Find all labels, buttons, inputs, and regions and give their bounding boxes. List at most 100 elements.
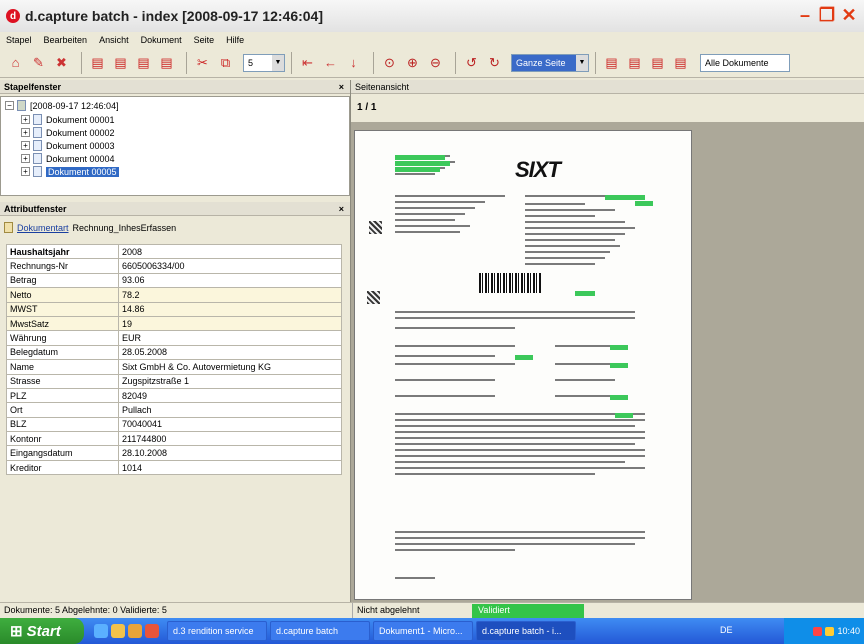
document-type-link[interactable]: Dokumentart <box>17 223 69 233</box>
scanned-text-line <box>525 251 610 253</box>
expand-icon[interactable]: + <box>21 154 30 163</box>
zoom-in-icon[interactable]: ⊕ <box>403 53 422 72</box>
scanned-text-line <box>395 437 645 439</box>
page-next-icon[interactable]: ↓ <box>344 53 363 72</box>
highlight-mark <box>395 161 450 166</box>
batch-open-icon[interactable]: ⌂ <box>6 53 25 72</box>
task-dcapture-batch[interactable]: d.capture batch <box>270 621 370 641</box>
start-button[interactable]: ⊞ Start <box>0 618 84 644</box>
view-next-icon[interactable]: ▤ <box>648 53 667 72</box>
attribute-value-field[interactable]: 14.86 <box>118 301 342 317</box>
document-filter-select[interactable]: Alle Dokumente <box>700 53 790 72</box>
stapel-pane-title: Stapelfenster <box>4 82 62 92</box>
language-indicator[interactable]: DE <box>720 625 733 635</box>
attribute-value-field[interactable]: 19 <box>118 315 342 332</box>
quicklaunch-app-icon[interactable] <box>145 624 159 638</box>
attribute-value-field[interactable]: Pullach <box>118 402 342 418</box>
doc-merge-icon[interactable]: ⧉ <box>216 53 235 72</box>
attribute-value-field[interactable]: 211744800 <box>118 431 342 447</box>
scanned-text-line <box>525 233 625 235</box>
attribute-value-field[interactable]: 78.2 <box>118 287 342 303</box>
menu-stapel[interactable]: Stapel <box>6 32 32 48</box>
attribute-value-field[interactable]: Sixt GmbH & Co. Autovermietung KG <box>118 359 342 375</box>
status-bar: Dokumente: 5 Abgelehnte: 0 Validierte: 5… <box>0 602 864 619</box>
attribute-value-field[interactable]: 28.05.2008 <box>118 344 342 361</box>
chevron-down-icon[interactable]: ▼ <box>576 54 588 71</box>
tray-volume-icon[interactable] <box>825 626 835 636</box>
tree-item-document-selected[interactable]: + Dokument 00005 <box>21 165 119 178</box>
quicklaunch-browser-icon[interactable] <box>94 624 108 638</box>
menu-hilfe[interactable]: Hilfe <box>226 32 244 48</box>
zoom-out-icon[interactable]: ⊖ <box>426 53 445 72</box>
task-dcapture-batch-index[interactable]: d.capture batch - i... <box>476 621 576 641</box>
collapse-icon[interactable]: − <box>5 101 14 110</box>
attribute-value-field[interactable]: 93.06 <box>118 272 342 289</box>
document-page-image[interactable]: SIXT <box>354 130 692 600</box>
minimize-icon[interactable]: – <box>796 4 814 26</box>
close-icon[interactable]: ✕ <box>840 4 858 26</box>
task-d3-rendition[interactable]: d.3 rendition service <box>167 621 267 641</box>
view-last-icon[interactable]: ▤ <box>671 53 690 72</box>
tree-item-document[interactable]: + Dokument 00004 <box>21 152 115 165</box>
expand-icon[interactable]: + <box>21 128 30 137</box>
doc-prev-icon[interactable]: ▤ <box>111 53 130 72</box>
scanned-text-line <box>395 413 645 415</box>
menu-dokument[interactable]: Dokument <box>141 32 182 48</box>
rotate-left-icon[interactable]: ↺ <box>462 53 481 72</box>
attribute-value-field[interactable]: 70040041 <box>118 416 342 433</box>
highlight-mark <box>635 201 653 206</box>
quicklaunch-explorer-icon[interactable] <box>111 624 125 638</box>
tree-item-document[interactable]: + Dokument 00001 <box>21 113 115 126</box>
tree-item-document[interactable]: + Dokument 00002 <box>21 126 115 139</box>
attribute-value-field[interactable]: 2008 <box>118 243 342 260</box>
attribute-value-field[interactable]: 82049 <box>118 387 342 404</box>
page-view-pane: Seitenansicht 1 / 1 SIXT <box>350 80 864 602</box>
attribute-key: Belegdatum <box>6 344 119 361</box>
attribute-key: BLZ <box>6 416 119 433</box>
attribute-close-icon[interactable]: × <box>339 202 344 216</box>
scanned-text-line <box>395 425 635 427</box>
expand-icon[interactable]: + <box>21 115 30 124</box>
doc-next-icon[interactable]: ▤ <box>134 53 153 72</box>
menu-ansicht[interactable]: Ansicht <box>99 32 129 48</box>
expand-icon[interactable]: + <box>21 141 30 150</box>
tree-root[interactable]: − [2008-09-17 12:46:04] <box>5 99 119 112</box>
scanned-text-line <box>555 395 615 397</box>
batch-delete-icon[interactable]: ✖ <box>52 53 71 72</box>
maximize-icon[interactable]: ❐ <box>818 4 836 26</box>
view-prev-icon[interactable]: ▤ <box>625 53 644 72</box>
zoom-select[interactable]: Ganze Seite ▼ <box>511 53 589 72</box>
scanned-text-line <box>525 239 615 241</box>
task-word-document[interactable]: Dokument1 - Micro... <box>373 621 473 641</box>
expand-icon[interactable]: + <box>21 167 30 176</box>
view-first-icon[interactable]: ▤ <box>602 53 621 72</box>
attribute-value-field[interactable]: 1014 <box>118 459 342 476</box>
page-prev-icon[interactable]: ← <box>321 53 340 72</box>
attribute-value-field[interactable]: Zugspitzstraße 1 <box>118 373 342 389</box>
qr-mark-icon <box>367 291 380 304</box>
attribute-key: Netto <box>6 287 119 303</box>
document-icon <box>33 140 42 151</box>
scanned-text-line <box>395 195 505 197</box>
rotate-right-icon[interactable]: ↻ <box>485 53 504 72</box>
tree-item-document[interactable]: + Dokument 00003 <box>21 139 115 152</box>
attribute-value-field[interactable]: 6605006334/00 <box>118 258 342 274</box>
page-count-select[interactable]: 5 ▼ <box>243 53 285 72</box>
chevron-down-icon[interactable]: ▼ <box>272 54 284 71</box>
tray-network-icon[interactable] <box>813 626 823 636</box>
menu-bearbeiten[interactable]: Bearbeiten <box>44 32 88 48</box>
attribute-value-field[interactable]: EUR <box>118 330 342 346</box>
toolbar-separator <box>291 51 292 74</box>
doc-last-icon[interactable]: ▤ <box>157 53 176 72</box>
scanned-text-line <box>525 257 605 259</box>
page-first-icon[interactable]: ⇤ <box>298 53 317 72</box>
batch-edit-icon[interactable]: ✎ <box>29 53 48 72</box>
attribute-value-field[interactable]: 28.10.2008 <box>118 445 342 461</box>
attribute-row: Betrag 93.06 <box>6 272 342 289</box>
stapel-close-icon[interactable]: × <box>339 80 344 94</box>
doc-first-icon[interactable]: ▤ <box>88 53 107 72</box>
doc-split-icon[interactable]: ✂ <box>193 53 212 72</box>
zoom-fit-icon[interactable]: ⊙ <box>380 53 399 72</box>
quicklaunch-folder-icon[interactable] <box>128 624 142 638</box>
menu-seite[interactable]: Seite <box>194 32 215 48</box>
